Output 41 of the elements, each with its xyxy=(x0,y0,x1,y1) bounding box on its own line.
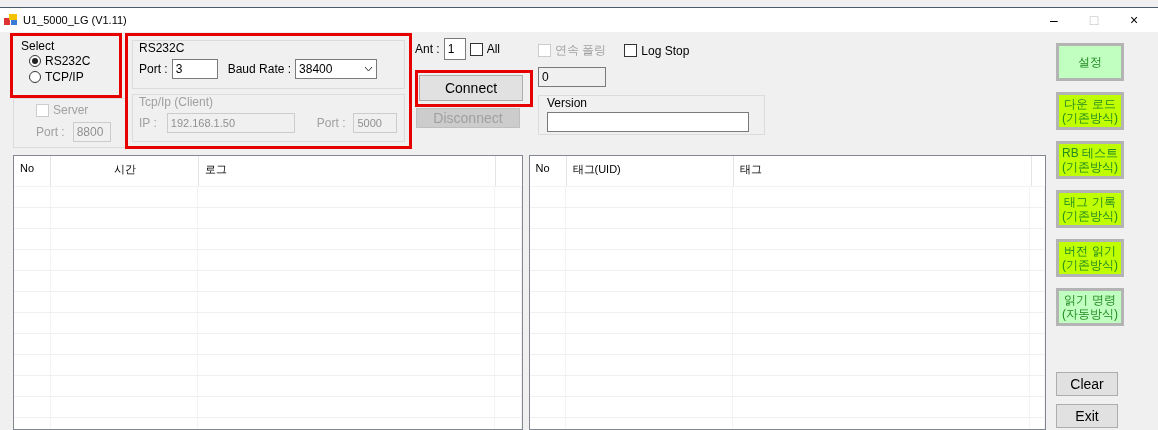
port-label: Port : xyxy=(36,125,65,139)
command-button[interactable]: 버전 읽기 (기존방식) xyxy=(1056,239,1124,277)
connect-button[interactable]: Connect xyxy=(419,75,523,101)
group-title: Tcp/Ip (Client) xyxy=(139,95,215,110)
radio-button[interactable] xyxy=(29,55,41,67)
ip-label: IP : xyxy=(139,116,157,131)
column-header[interactable]: 시간 xyxy=(51,156,199,186)
exit-button[interactable]: Exit xyxy=(1056,404,1118,428)
port-label: Port : xyxy=(316,116,346,131)
radio-label: TCP/IP xyxy=(45,70,84,84)
group-title: RS232C xyxy=(139,41,186,55)
version-field[interactable] xyxy=(547,112,749,132)
column-header[interactable]: 태그(UID) xyxy=(566,156,734,186)
counter-field[interactable]: 0 xyxy=(538,67,606,87)
command-button[interactable]: 설정 xyxy=(1056,43,1124,81)
command-button[interactable]: 다운 로드 (기존방식) xyxy=(1056,92,1124,130)
log-stop-checkbox[interactable]: Log Stop xyxy=(624,43,690,58)
command-button[interactable]: RB 테스트 (기존방식) xyxy=(1056,141,1124,179)
window-control[interactable]: × xyxy=(1114,12,1154,28)
window-title: U1_5000_LG (V1.11) xyxy=(23,14,127,26)
port-label: Port : xyxy=(139,62,168,76)
column-header[interactable]: 로그 xyxy=(199,156,496,186)
column-header[interactable]: No xyxy=(529,156,567,186)
app-icon xyxy=(4,14,18,26)
baud-rate-label: Baud Rate : xyxy=(227,62,292,76)
radio-label: RS232C xyxy=(45,54,91,68)
group-title: Select xyxy=(21,39,56,53)
ant-field[interactable]: 1 xyxy=(443,38,466,60)
ant-label: Ant : xyxy=(415,42,440,56)
radio-button[interactable] xyxy=(29,71,41,83)
clear-button[interactable]: Clear xyxy=(1056,372,1118,396)
group-title: Version xyxy=(547,96,589,110)
baud-rate-dropdown[interactable]: 38400 xyxy=(295,59,378,79)
chevron-down-icon xyxy=(364,66,374,72)
all-checkbox[interactable]: All xyxy=(469,42,501,56)
column-header[interactable]: No xyxy=(14,156,51,186)
window-control[interactable]: – xyxy=(1034,12,1074,28)
command-button[interactable]: 읽기 명령 (자동방식) xyxy=(1056,288,1124,326)
port-field[interactable]: 3 xyxy=(171,59,218,79)
command-button[interactable]: 태그 기록 (기존방식) xyxy=(1056,190,1124,228)
column-header[interactable]: 태그 xyxy=(733,156,1032,186)
